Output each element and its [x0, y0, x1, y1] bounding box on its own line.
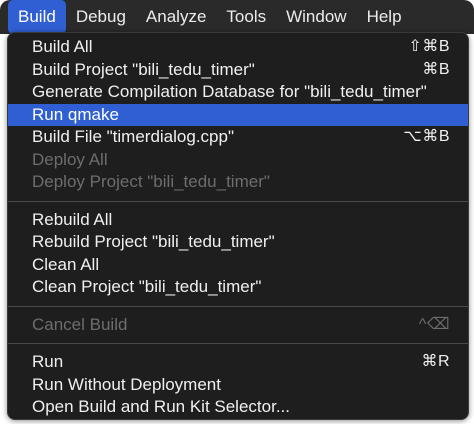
menu-separator: [8, 343, 468, 344]
menu-item-deploy-project: Deploy Project "bili_tedu_timer": [8, 171, 468, 194]
shortcut-label: ⇧⌘B: [408, 38, 450, 55]
menu-separator: [8, 200, 468, 202]
app-window: Build Debug Analyze Tools Window Help Bu…: [0, 0, 474, 424]
menu-item-label: Rebuild All: [32, 209, 113, 229]
menu-item-open-kit-selector[interactable]: Open Build and Run Kit Selector...: [8, 396, 468, 419]
menu-item-label: Deploy Project "bili_tedu_timer": [32, 172, 270, 191]
menu-separator: [8, 305, 468, 307]
build-menu-dropdown: Build All ⇧⌘B Build Project "bili_tedu_t…: [7, 32, 469, 420]
menu-item-generate-compilation-database[interactable]: Generate Compilation Database for "bili_…: [8, 81, 468, 104]
shortcut-label: ⌘R: [421, 353, 450, 370]
menubar-window[interactable]: Window: [276, 0, 356, 34]
menu-item-label: Cancel Build: [32, 314, 128, 334]
menu-item-label: Deploy All: [32, 149, 108, 169]
menu-item-label: Build All: [32, 37, 93, 56]
menubar-tools[interactable]: Tools: [216, 0, 276, 34]
menu-item-label: Run qmake: [32, 104, 119, 124]
menu-item-label: Clean All: [32, 254, 100, 274]
menu-item-run[interactable]: Run ⌘R: [8, 351, 468, 374]
menu-item-deploy-all: Deploy All: [8, 149, 468, 172]
menu-item-build-file[interactable]: Build File "timerdialog.cpp" ⌥⌘B: [8, 126, 468, 149]
menubar-debug[interactable]: Debug: [66, 0, 136, 34]
menu-item-run-qmake[interactable]: Run qmake: [8, 103, 468, 126]
menubar-build[interactable]: Build: [8, 0, 66, 34]
menu-item-label: Run: [32, 352, 64, 371]
menu-item-label: Open Build and Run Kit Selector...: [32, 397, 290, 416]
menubar-analyze[interactable]: Analyze: [136, 0, 216, 34]
menu-item-build-project[interactable]: Build Project "bili_tedu_timer" ⌘B: [8, 59, 468, 82]
shortcut-label: ⌥⌘B: [403, 128, 450, 145]
menu-item-cancel-build: Cancel Build ^⌫: [8, 314, 468, 337]
menu-item-label: Build Project "bili_tedu_timer": [32, 59, 255, 79]
menu-item-label: Generate Compilation Database for "bili_…: [32, 82, 427, 101]
menu-item-label: Run Without Deployment: [32, 374, 221, 394]
menu-item-clean-project[interactable]: Clean Project "bili_tedu_timer": [8, 276, 468, 299]
shortcut-label: ^⌫: [418, 315, 450, 333]
shortcut-label: ⌘B: [422, 60, 450, 78]
menu-item-label: Build File "timerdialog.cpp": [32, 127, 234, 146]
menu-item-rebuild-project[interactable]: Rebuild Project "bili_tedu_timer": [8, 231, 468, 254]
menu-item-run-without-deployment[interactable]: Run Without Deployment: [8, 374, 468, 397]
menu-item-label: Rebuild Project "bili_tedu_timer": [32, 232, 275, 251]
menu-item-build-all[interactable]: Build All ⇧⌘B: [8, 36, 468, 59]
menu-bar: Build Debug Analyze Tools Window Help: [0, 0, 474, 34]
menu-item-clean-all[interactable]: Clean All: [8, 254, 468, 277]
menu-item-rebuild-all[interactable]: Rebuild All: [8, 209, 468, 232]
menu-item-label: Clean Project "bili_tedu_timer": [32, 277, 262, 296]
menubar-help[interactable]: Help: [357, 0, 412, 34]
